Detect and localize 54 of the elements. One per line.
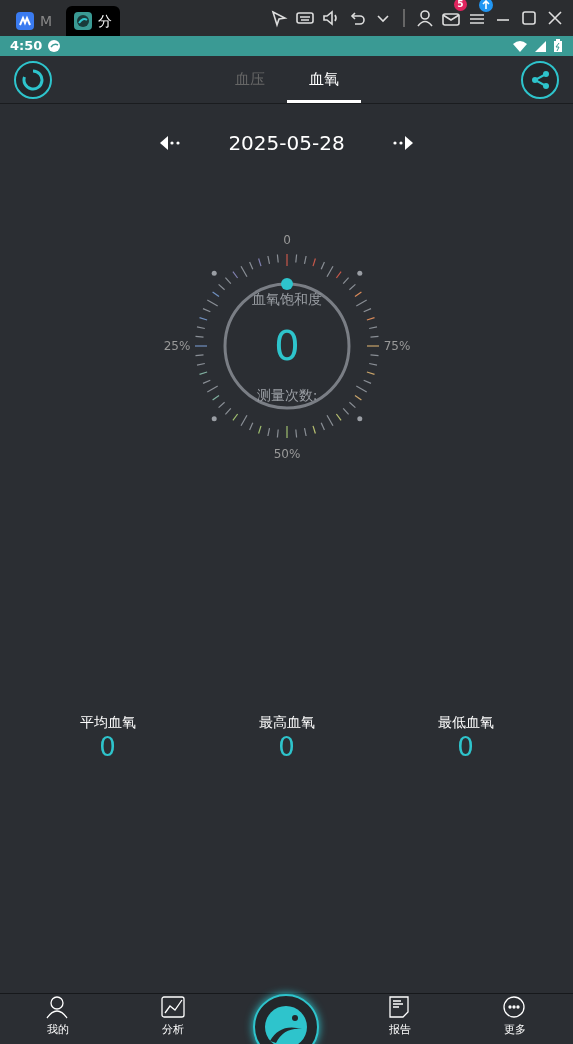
scale-label: 50% bbox=[273, 447, 300, 461]
app-icon bbox=[74, 12, 93, 30]
corner-dot bbox=[211, 416, 217, 422]
notification-count: 5 bbox=[454, 0, 467, 11]
scale-label: 0 bbox=[282, 233, 291, 247]
refresh-icon bbox=[22, 68, 44, 91]
corner-dot bbox=[356, 270, 362, 276]
wifi-icon bbox=[512, 39, 528, 53]
tab[interactable]: 血氧 bbox=[286, 55, 361, 103]
stat-label: 平均血氧 bbox=[79, 713, 136, 732]
tab-label: M bbox=[40, 11, 53, 31]
date-label: 2025-05-28 bbox=[228, 130, 345, 157]
refresh-button[interactable] bbox=[14, 60, 52, 99]
right-arrow-icon bbox=[392, 136, 413, 150]
scale-label: 75% bbox=[383, 339, 410, 353]
scale-label: 25% bbox=[163, 339, 190, 353]
window-tab[interactable]: M bbox=[8, 6, 61, 36]
stat-value: 0 bbox=[99, 733, 116, 762]
battery-icon bbox=[553, 39, 563, 53]
stat-label: 最低血氧 bbox=[437, 713, 494, 732]
next-day-button[interactable] bbox=[392, 136, 413, 150]
gauge-value: 0 bbox=[273, 323, 300, 369]
app-icon bbox=[16, 12, 34, 30]
window-tab[interactable]: 分 bbox=[66, 6, 121, 36]
stat-value: 0 bbox=[457, 733, 474, 762]
maximize-icon[interactable] bbox=[519, 8, 539, 28]
profile-tab[interactable]: 我的 bbox=[22, 995, 93, 1044]
share-icon bbox=[530, 69, 550, 90]
tab-label: 分 bbox=[98, 11, 113, 31]
previous-day-button[interactable] bbox=[160, 136, 181, 150]
gauge-pointer bbox=[280, 278, 293, 290]
corner-dot bbox=[211, 270, 217, 276]
share-button[interactable] bbox=[521, 60, 559, 99]
stat-value: 0 bbox=[278, 733, 295, 762]
person-icon bbox=[45, 995, 70, 1020]
more-icon bbox=[503, 995, 528, 1020]
user-icon[interactable] bbox=[415, 8, 435, 28]
logo-icon bbox=[264, 1005, 309, 1044]
clock-time: 4:50 bbox=[10, 37, 43, 56]
line-chart-icon bbox=[161, 995, 186, 1020]
corner-dot bbox=[356, 416, 362, 422]
more-tab[interactable]: 更多 bbox=[480, 995, 551, 1044]
upload-icon bbox=[479, 0, 493, 12]
stat-label: 最高血氧 bbox=[258, 713, 315, 732]
cursor-icon[interactable] bbox=[269, 8, 289, 28]
app-notification-icon bbox=[48, 40, 61, 52]
document-icon bbox=[387, 995, 412, 1020]
left-arrow-icon bbox=[160, 136, 181, 150]
analysis-tab[interactable]: 分析 bbox=[138, 995, 209, 1044]
signal-icon bbox=[534, 39, 547, 53]
gauge-subtitle: 测量次数: bbox=[256, 387, 317, 403]
report-tab[interactable]: 报告 bbox=[364, 995, 435, 1044]
home-button[interactable] bbox=[253, 994, 320, 1044]
gauge-title: 血氧饱和度 bbox=[251, 291, 322, 307]
